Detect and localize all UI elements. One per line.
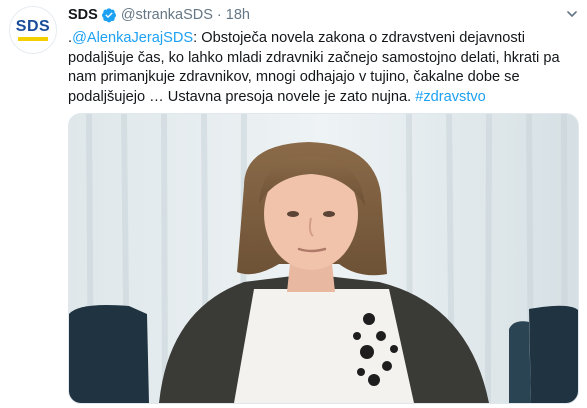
mention-link[interactable]: @AlenkaJerajSDS — [72, 30, 193, 46]
photo-illustration — [69, 114, 578, 403]
chevron-down-icon[interactable] — [567, 10, 577, 18]
display-name[interactable]: SDS — [68, 7, 98, 23]
separator-dot: · — [216, 7, 222, 23]
user-handle[interactable]: @strankaSDS — [121, 7, 213, 23]
tweet-header: SDS @strankaSDS · 18h — [68, 6, 250, 24]
tweet-text: .@AlenkaJerajSDS: Obstoječa novela zakon… — [68, 29, 580, 107]
avatar-logo-text: SDS — [15, 18, 51, 35]
tweet-card[interactable]: SDS SDS @strankaSDS · 18h .@AlenkaJerajS… — [0, 0, 587, 408]
avatar[interactable]: SDS — [9, 6, 57, 54]
avatar-logo-bar — [18, 37, 48, 41]
tweet-photo[interactable] — [68, 113, 579, 404]
verified-badge-icon — [101, 8, 116, 23]
hashtag-link[interactable]: #zdravstvo — [415, 89, 486, 105]
timestamp[interactable]: 18h — [226, 7, 250, 23]
